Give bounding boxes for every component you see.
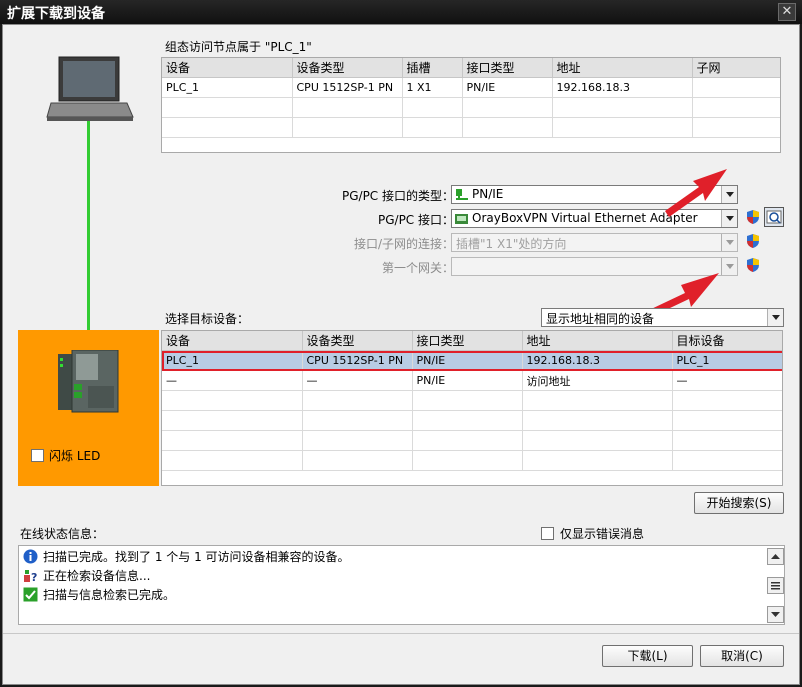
status-label: 在线状态信息： — [20, 527, 105, 541]
cell: 访问地址 — [522, 370, 673, 391]
cell: 192.168.18.3 — [522, 350, 673, 371]
check-icon — [23, 587, 38, 602]
cell: — — [672, 370, 782, 391]
dialog-body: 组态访问节点属于 "PLC_1" 设备 设备类型 插槽 接口类型 地址 子网 P… — [2, 24, 800, 685]
search-device-icon: ? — [24, 570, 37, 583]
chevron-down-icon — [721, 258, 737, 275]
col-iface-type: 接口类型 — [412, 331, 523, 351]
col-subnet: 子网 — [692, 58, 780, 78]
connection-line — [87, 121, 90, 357]
start-search-button[interactable]: 开始搜索(S) — [694, 492, 784, 514]
close-button[interactable]: ✕ — [778, 3, 796, 21]
cell: — — [302, 370, 413, 391]
table-row — [162, 117, 780, 138]
shield-icon — [747, 234, 759, 248]
cell: PN/IE — [412, 370, 523, 391]
only-errors-checkbox[interactable] — [541, 527, 554, 540]
magnifier-icon — [766, 210, 782, 224]
col-address: 地址 — [552, 58, 693, 78]
network-icon — [456, 189, 468, 200]
chevron-down-icon[interactable] — [767, 309, 783, 326]
table-row — [162, 390, 782, 411]
scroll-down-button[interactable] — [767, 606, 784, 623]
menu-icon — [771, 582, 780, 590]
plc-device-icon — [58, 350, 119, 413]
chevron-up-icon — [771, 554, 780, 559]
cell: PN/IE — [412, 350, 523, 371]
cell — [692, 77, 780, 98]
table-row — [162, 450, 782, 471]
status-log: 扫描已完成。找到了 1 个与 1 可访问设备相兼容的设备。 ? 正在检索设备信息… — [18, 545, 785, 625]
col-device: 设备 — [162, 58, 293, 78]
flash-led-checkbox[interactable] — [31, 449, 44, 462]
cell: 1 X1 — [402, 77, 463, 98]
col-device-type: 设备类型 — [302, 331, 413, 351]
subnet-conn-label: 接口/子网的连接： — [353, 237, 454, 251]
col-address: 地址 — [522, 331, 673, 351]
table-row[interactable]: — — PN/IE 访问地址 — — [162, 370, 782, 391]
table-row — [162, 430, 782, 451]
cell: PN/IE — [462, 77, 553, 98]
cell: 192.168.18.3 — [552, 77, 693, 98]
scroll-menu-button[interactable] — [767, 577, 784, 594]
col-target-device: 目标设备 — [672, 331, 782, 351]
chevron-down-icon — [771, 612, 780, 617]
scroll-up-button[interactable] — [767, 548, 784, 565]
divider — [3, 633, 799, 634]
config-caption: 组态访问节点属于 "PLC_1" — [165, 40, 312, 54]
dialog-window: 扩展下载到设备 ✕ 组态访问节点属于 "PLC_1" 设备 设备类型 插槽 接口 — [0, 0, 802, 687]
col-device: 设备 — [162, 331, 303, 351]
table-row-selected[interactable]: PLC_1 CPU 1512SP-1 PN PN/IE 192.168.18.3… — [162, 350, 782, 371]
annotation-arrow-icon — [665, 169, 727, 217]
pgpc-iface-label: PG/PC 接口： — [377, 213, 454, 227]
title-bar: 扩展下载到设备 ✕ — [0, 0, 802, 24]
col-device-type: 设备类型 — [292, 58, 403, 78]
only-errors-label: 仅显示错误消息 — [560, 527, 645, 541]
shield-icon — [747, 210, 759, 224]
gateway-label: 第一个网关： — [381, 261, 454, 275]
cell: — — [162, 370, 303, 391]
svg-text:?: ? — [31, 571, 37, 583]
target-table-header: 设备 设备类型 接口类型 地址 目标设备 — [162, 331, 782, 351]
list-item: 扫描已完成。找到了 1 个与 1 可访问设备相兼容的设备。 — [23, 548, 350, 566]
list-item: ? 正在检索设备信息... — [23, 567, 150, 585]
target-filter-select[interactable]: 显示地址相同的设备 — [541, 308, 784, 327]
col-slot: 插槽 — [402, 58, 463, 78]
pc-laptop-icon — [46, 56, 134, 121]
properties-button[interactable] — [764, 207, 784, 227]
cell: PLC_1 — [672, 350, 782, 371]
load-button[interactable]: 下载(L) — [602, 645, 693, 667]
chevron-down-icon — [721, 234, 737, 251]
cell: CPU 1512SP-1 PN — [292, 77, 403, 98]
subnet-conn-select: 插槽"1 X1"处的方向 — [451, 233, 738, 252]
table-row — [162, 97, 780, 118]
cell: PLC_1 — [162, 350, 303, 371]
col-iface-type: 接口类型 — [462, 58, 553, 78]
device-panel: 闪烁 LED — [18, 330, 159, 486]
target-label: 选择目标设备： — [165, 312, 250, 326]
adapter-icon — [455, 214, 468, 224]
shield-icon — [747, 258, 759, 272]
target-table: 设备 设备类型 接口类型 地址 目标设备 PLC_1 CPU 1512SP-1 … — [161, 330, 783, 486]
cell: CPU 1512SP-1 PN — [302, 350, 413, 371]
info-icon — [23, 549, 38, 564]
window-title: 扩展下载到设备 — [7, 6, 105, 22]
cancel-button[interactable]: 取消(C) — [700, 645, 784, 667]
table-row[interactable]: PLC_1 CPU 1512SP-1 PN 1 X1 PN/IE 192.168… — [162, 77, 780, 98]
subnet-conn-value: 插槽"1 X1"处的方向 — [456, 237, 567, 251]
target-filter-value: 显示地址相同的设备 — [546, 312, 655, 326]
pgpc-type-label: PG/PC 接口的类型： — [341, 189, 454, 203]
list-item: 扫描与信息检索已完成。 — [23, 586, 175, 604]
cell: PLC_1 — [162, 77, 293, 98]
config-table: 设备 设备类型 插槽 接口类型 地址 子网 PLC_1 CPU 1512SP-1… — [161, 57, 781, 153]
flash-led-label: 闪烁 LED — [49, 449, 101, 463]
table-row — [162, 410, 782, 431]
config-table-header: 设备 设备类型 插槽 接口类型 地址 子网 — [162, 58, 780, 78]
pgpc-iface-value: OrayBoxVPN Virtual Ethernet Adapter — [472, 211, 698, 225]
